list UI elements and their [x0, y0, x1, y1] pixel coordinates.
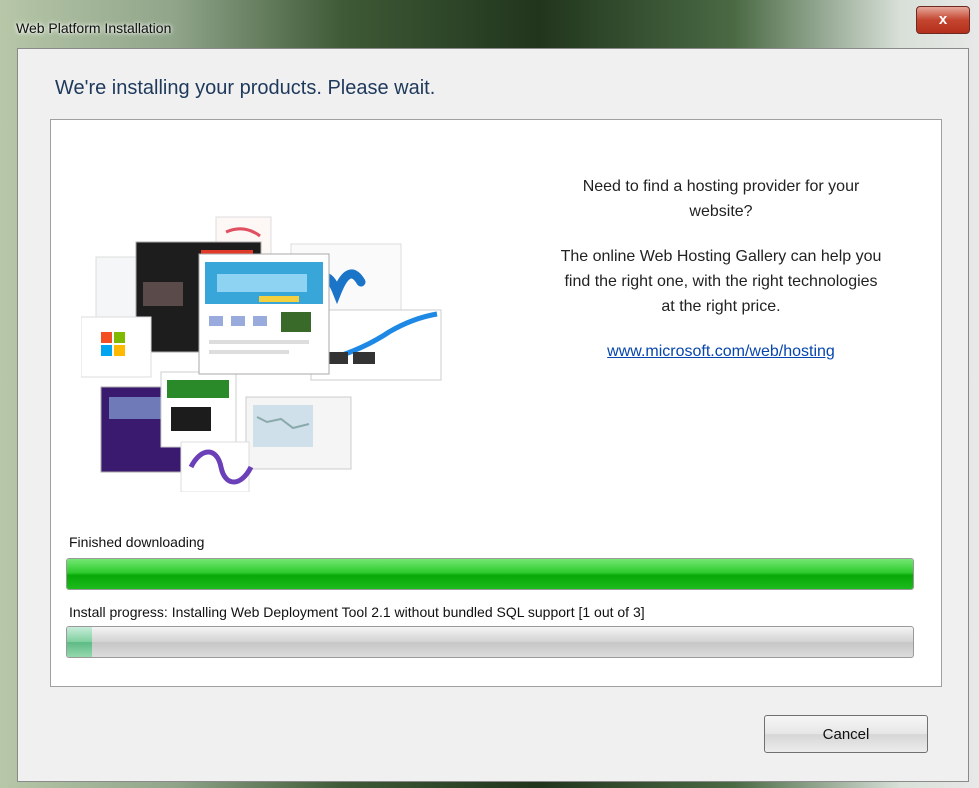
promo-line-2: The online Web Hosting Gallery can help … — [560, 248, 882, 315]
download-progress-bar — [66, 558, 914, 590]
promo-line-1: Need to find a hosting provider for your… — [582, 178, 860, 220]
hosting-promo: Need to find a hosting provider for your… — [556, 174, 886, 364]
install-progress-fill — [67, 627, 93, 657]
page-heading: We're installing your products. Please w… — [55, 77, 436, 99]
window-title: Web Platform Installation — [16, 20, 172, 36]
install-status-label: Install progress: Installing Web Deploym… — [69, 604, 645, 620]
title-bar[interactable]: Web Platform Installation x — [0, 0, 979, 48]
cancel-button[interactable]: Cancel — [764, 715, 928, 753]
install-progress-bar — [66, 626, 914, 658]
content-panel: Need to find a hosting provider for your… — [50, 119, 942, 687]
download-progress-fill — [67, 559, 913, 589]
close-button[interactable]: x — [916, 6, 970, 34]
download-status-label: Finished downloading — [69, 534, 205, 550]
web-gallery-illustration — [81, 216, 442, 492]
hosting-link[interactable]: www.microsoft.com/web/hosting — [607, 343, 835, 360]
installer-window: Web Platform Installation x We're instal… — [0, 0, 979, 788]
dialog-body: We're installing your products. Please w… — [17, 48, 969, 782]
close-icon: x — [938, 11, 948, 28]
